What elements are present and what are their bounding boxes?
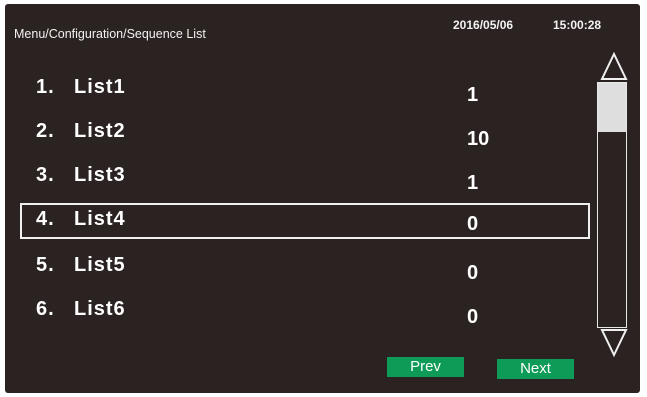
list-item[interactable]: 1. List1 1 (5, 70, 595, 106)
list-item-number: 1. (36, 76, 55, 98)
list-item-value: 0 (467, 262, 479, 284)
list-item-name: List2 (74, 120, 126, 142)
list-item-number: 3. (36, 164, 55, 186)
scrollbar-thumb[interactable] (598, 83, 626, 132)
list-item-selected[interactable]: 4. List4 0 (5, 203, 595, 239)
list-item-value: 0 (467, 213, 479, 235)
list-item-number: 4. (36, 208, 55, 230)
list-item[interactable]: 2. List2 10 (5, 114, 595, 150)
prev-button[interactable]: Prev (387, 357, 464, 377)
list-item-name: List5 (74, 254, 126, 276)
list-item-number: 6. (36, 298, 55, 320)
list-item-value: 1 (467, 172, 479, 194)
list-item-name: List6 (74, 298, 126, 320)
list-item-value: 10 (467, 128, 490, 150)
list-item-value: 1 (467, 84, 479, 106)
scroll-down-icon[interactable] (599, 328, 629, 358)
list-item[interactable]: 6. List6 0 (5, 292, 595, 328)
list-item-name: List4 (74, 208, 126, 230)
list-item[interactable]: 3. List3 1 (5, 158, 595, 194)
date-display: 2016/05/06 (453, 18, 514, 32)
list-item-name: List3 (74, 164, 126, 186)
scroll-up-icon[interactable] (599, 51, 629, 81)
time-display: 15:00:28 (553, 18, 602, 32)
list-item[interactable]: 5. List5 0 (5, 248, 595, 284)
list-item-number: 2. (36, 120, 55, 142)
list-item-value: 0 (467, 306, 479, 328)
list-item-number: 5. (36, 254, 55, 276)
breadcrumb: Menu/Configuration/Sequence List (14, 27, 206, 41)
list-item-name: List1 (74, 76, 126, 98)
device-screen: Menu/Configuration/Sequence List 2016/05… (5, 4, 640, 393)
next-button[interactable]: Next (497, 359, 574, 379)
